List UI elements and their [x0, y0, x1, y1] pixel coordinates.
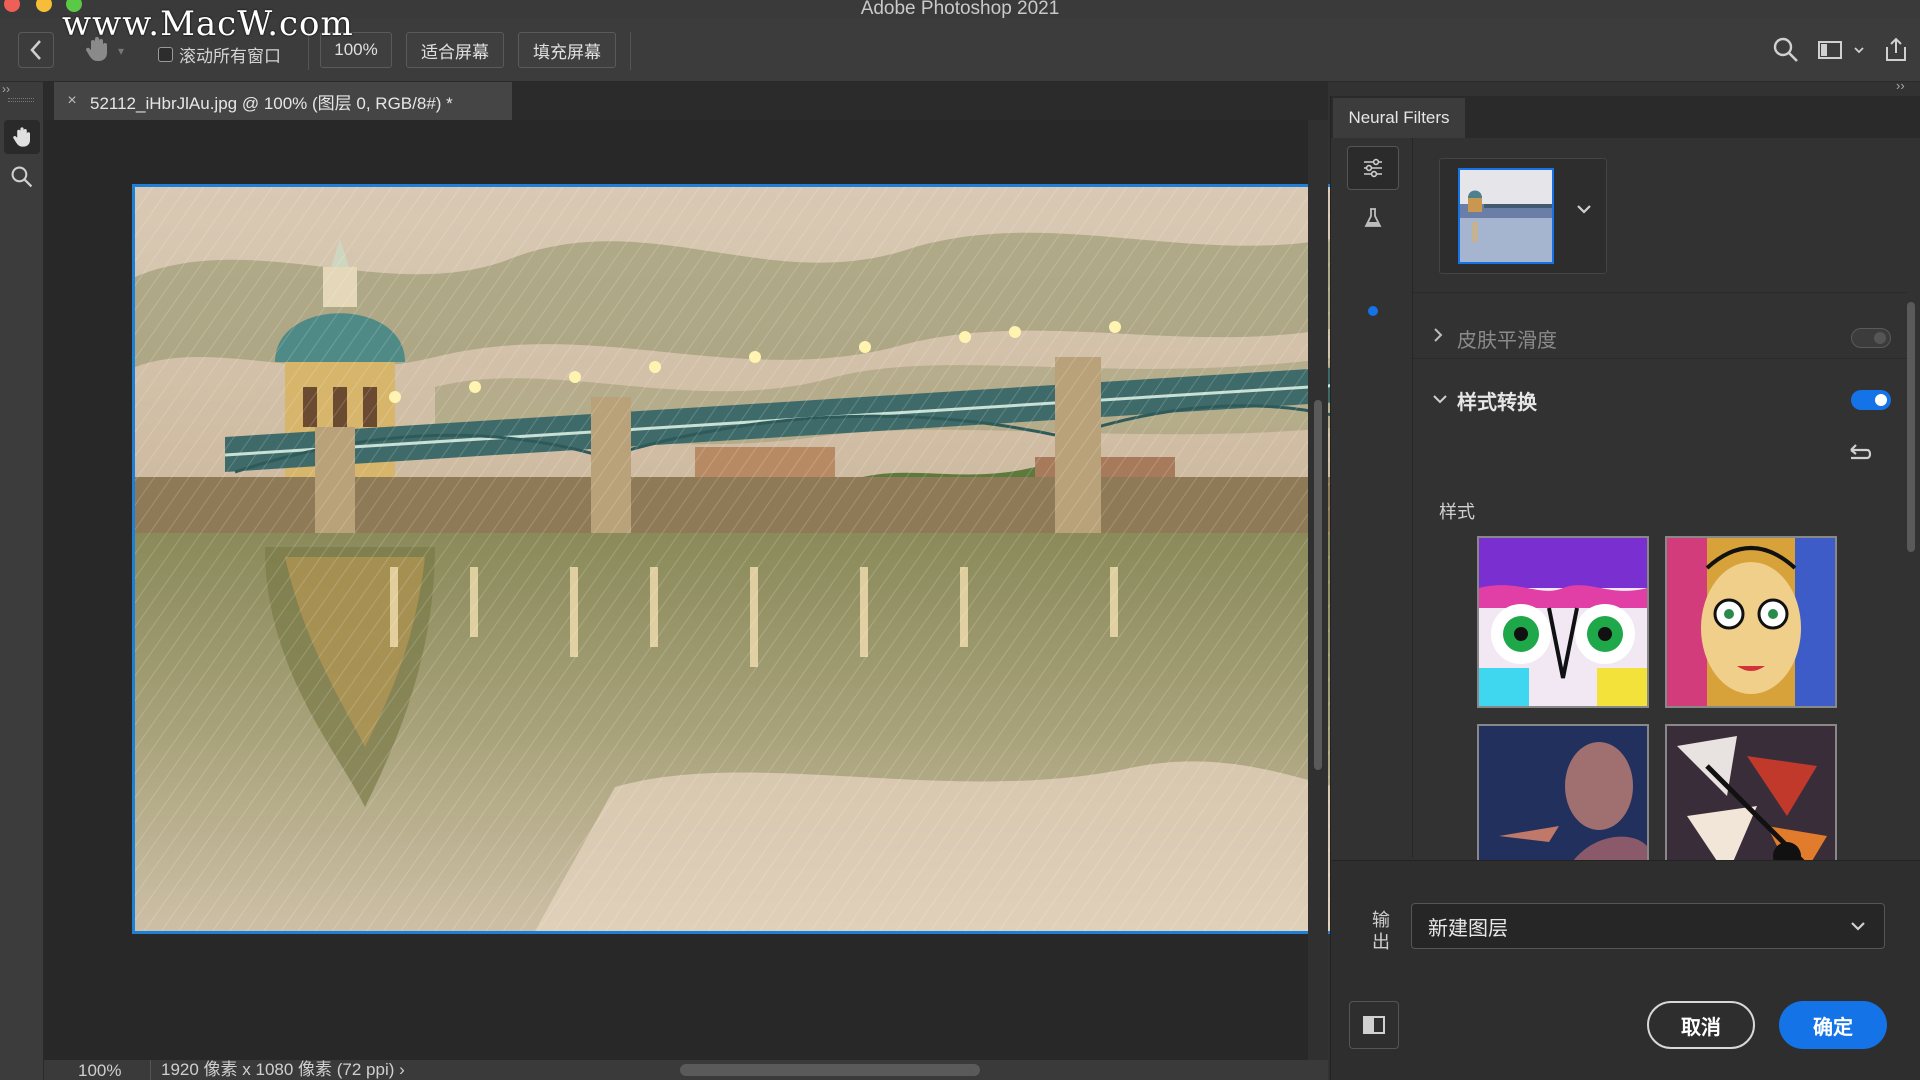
preview-thumbnail[interactable] — [1458, 168, 1554, 264]
active-filters-dot[interactable] — [1368, 306, 1378, 316]
checkbox-box[interactable] — [158, 47, 173, 62]
filter-label: 样式转换 — [1457, 391, 1537, 414]
stylized-bridge-painting — [135, 187, 1341, 931]
scroll-thumb[interactable] — [1314, 400, 1322, 770]
scroll-all-windows-label: 滚动所有窗口 — [179, 47, 281, 66]
neural-filters-panel: Neural Filters 皮肤平滑度 样式转换 样式 输出 新建图层 取消 … — [1330, 96, 1920, 1080]
tools-panel: ›› — [0, 82, 44, 1080]
filter-label: 皮肤平滑度 — [1457, 329, 1557, 352]
scroll-thumb[interactable] — [1907, 302, 1915, 552]
style-tile-colorful-face[interactable] — [1665, 536, 1837, 708]
styles-grid — [1477, 536, 1837, 866]
hand-tool-button[interactable] — [4, 120, 40, 154]
divider — [1413, 292, 1907, 293]
sliders-icon — [1364, 158, 1382, 178]
divider — [1413, 358, 1907, 359]
style-tile-neon-eyes[interactable] — [1477, 536, 1649, 708]
filter-row-skin-smoothing[interactable]: 皮肤平滑度 — [1431, 318, 1891, 358]
document-tab-bar: × 52112_iHbrJlAu.jpg @ 100% (图层 0, RGB/8… — [44, 82, 1328, 120]
magnifier-icon — [11, 166, 33, 188]
vertical-scrollbar[interactable] — [1308, 120, 1328, 1060]
hand-icon — [13, 127, 30, 147]
document-tab-title: 52112_iHbrJlAu.jpg @ 100% (图层 0, RGB/8#)… — [90, 93, 453, 113]
style-tile-dark-figure[interactable] — [1477, 724, 1649, 866]
document-image[interactable] — [132, 184, 1344, 934]
watermark-text: www.MacW.com — [62, 4, 354, 44]
chevron-down-icon[interactable] — [1852, 36, 1866, 64]
ok-button[interactable]: 确定 — [1779, 1001, 1887, 1049]
style-transfer-toggle[interactable] — [1851, 390, 1891, 410]
all-filters-button[interactable] — [1347, 146, 1399, 190]
chevron-down-icon — [1848, 916, 1868, 942]
zoom-level[interactable]: 100% — [78, 1061, 121, 1080]
home-back-button[interactable] — [18, 32, 54, 68]
compare-icon — [1363, 1016, 1385, 1034]
search-icon[interactable] — [1772, 36, 1800, 64]
share-icon[interactable] — [1882, 36, 1910, 64]
chevron-right-icon[interactable] — [1431, 326, 1457, 350]
filter-row-style-transfer[interactable]: 样式转换 — [1431, 380, 1891, 420]
toggle-knob — [1875, 394, 1887, 406]
panel-header: Neural Filters — [1331, 96, 1920, 138]
styles-label: 样式 — [1439, 502, 1475, 522]
output-select-value: 新建图层 — [1428, 917, 1508, 940]
chevron-down-icon[interactable]: ▾ — [118, 44, 124, 58]
document-dimensions: 1920 像素 x 1080 像素 (72 ppi) › — [150, 1060, 405, 1080]
tab-neural-filters[interactable]: Neural Filters — [1333, 98, 1465, 138]
panel-scrollbar[interactable] — [1905, 302, 1915, 862]
flask-icon — [1364, 208, 1382, 227]
chevron-left-icon — [30, 40, 41, 60]
output-label: 输出 — [1372, 910, 1390, 952]
divider — [630, 32, 631, 70]
output-select[interactable]: 新建图层 — [1411, 903, 1885, 949]
preview-thumbnail-selector[interactable] — [1439, 158, 1607, 274]
canvas-area[interactable] — [44, 120, 1344, 1060]
cancel-button[interactable]: 取消 — [1647, 1001, 1755, 1049]
style-tile-cubist-collage[interactable] — [1665, 724, 1837, 866]
close-tab-icon[interactable]: × — [54, 92, 90, 110]
filter-category-sidebar — [1331, 138, 1413, 858]
scroll-all-windows-checkbox[interactable]: 滚动所有窗口 — [158, 42, 281, 67]
panel-footer: 输出 新建图层 取消 确定 — [1331, 860, 1920, 1080]
toolbar-grip[interactable] — [8, 98, 34, 102]
status-arrow-icon[interactable]: › — [399, 1060, 405, 1079]
toggle-knob — [1874, 332, 1886, 344]
chevron-down-icon[interactable] — [1574, 199, 1594, 224]
skin-smoothing-toggle[interactable] — [1851, 328, 1891, 348]
beta-filters-button[interactable] — [1347, 196, 1399, 240]
collapse-toolbar-icon[interactable]: ›› — [2, 82, 10, 96]
zoom-tool-button[interactable] — [4, 160, 40, 194]
status-bar: 100% 1920 像素 x 1080 像素 (72 ppi) › — [44, 1060, 1328, 1080]
reset-icon[interactable] — [1845, 438, 1875, 468]
fill-screen-button[interactable]: 填充屏幕 — [518, 32, 616, 68]
horizontal-scroll-thumb[interactable] — [680, 1064, 980, 1076]
workspace-icon[interactable] — [1816, 36, 1844, 64]
show-original-button[interactable] — [1349, 1001, 1399, 1049]
chevron-down-icon[interactable] — [1431, 389, 1457, 412]
document-tab[interactable]: × 52112_iHbrJlAu.jpg @ 100% (图层 0, RGB/8… — [54, 82, 512, 120]
collapse-panel-icon[interactable]: ›› — [1896, 78, 1905, 93]
fit-screen-button[interactable]: 适合屏幕 — [406, 32, 504, 68]
document-dimensions-text: 1920 像素 x 1080 像素 (72 ppi) — [161, 1060, 395, 1079]
